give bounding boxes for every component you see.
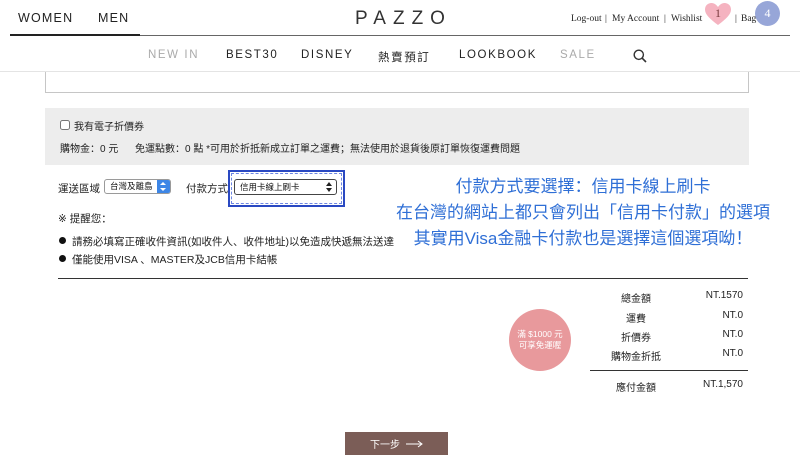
summary-value-coupon: NT.0 (722, 329, 743, 340)
shipping-region-label: 運送區域 (58, 183, 100, 195)
promo-line: 可享免運喔 (518, 340, 562, 350)
annotation-line: 在台灣的網站上都只會列出「信用卡付款」的選項 (396, 203, 770, 222)
nav-sale[interactable]: SALE (560, 49, 596, 61)
coupon-checkbox-label[interactable]: 我有電子折價券 (74, 118, 144, 133)
link-separator: | (735, 14, 737, 24)
shopping-credit-balance: 購物金：0 元 (60, 144, 119, 155)
free-shipping-promo-badge: 滿 $1000 元 可享免運喔 (509, 309, 571, 371)
annotation-line: 付款方式要選擇：信用卡線上刷卡 (455, 177, 711, 196)
summary-label-coupon: 折價券 (621, 333, 651, 344)
annotation-line: 其實用Visa金融卡付款也是選擇這個選項呦！ (413, 229, 753, 248)
shipping-region-value: 台灣及離島 (110, 181, 153, 191)
my-account-link[interactable]: My Account (612, 14, 659, 24)
notice-item: 請務必填寫正確收件資訊(如收件人、收件地址)以免造成快遞無法送達 (72, 236, 394, 248)
summary-value-total: NT.1,570 (702, 379, 743, 390)
nav-hot-preorder[interactable]: 熱賣預訂 (378, 49, 430, 65)
summary-label-shipping: 運費 (626, 314, 646, 325)
summary-divider (590, 370, 748, 371)
next-step-button[interactable]: 下一步 (345, 432, 448, 455)
wishlist-count: 1 (715, 6, 721, 20)
nav-best30[interactable]: BEST30 (226, 49, 278, 61)
search-icon[interactable] (633, 49, 647, 63)
free-shipping-points: 免運點數：0 點 *可用於折抵新成立訂單之運費；無法使用於退貨後原訂單恢復運費問… (135, 144, 521, 155)
summary-value-shipping: NT.0 (722, 310, 743, 321)
wishlist-link[interactable]: Wishlist (671, 14, 702, 24)
bag-link[interactable]: Bag (741, 14, 756, 24)
promo-line: 滿 $1000 元 (517, 329, 563, 339)
wishlist-badge[interactable]: 1 (704, 2, 732, 26)
previous-section-box (45, 72, 749, 93)
summary-label-total: 應付金額 (616, 383, 656, 394)
section-divider (58, 278, 748, 279)
notice-item: 僅能使用VISA 、MASTER及JCB信用卡結帳 (72, 254, 278, 266)
select-arrows-icon (326, 182, 333, 192)
active-tab-underline (10, 34, 140, 36)
payment-method-label: 付款方式 (186, 183, 228, 195)
summary-value-subtotal: NT.1570 (705, 290, 743, 301)
coupon-panel (45, 108, 749, 165)
nav-lookbook[interactable]: LOOKBOOK (459, 49, 537, 61)
payment-method-select[interactable]: 信用卡線上刷卡 (234, 179, 337, 195)
link-separator: | (605, 14, 607, 24)
link-separator: | (664, 14, 666, 24)
annotation-note: 付款方式要選擇：信用卡線上刷卡 在台灣的網站上都只會列出「信用卡付款」的選項 其… (368, 174, 798, 252)
payment-method-value: 信用卡線上刷卡 (240, 182, 300, 192)
select-arrows-icon (157, 180, 170, 193)
nav-disney[interactable]: DISNEY (301, 49, 353, 61)
bullet-icon (59, 237, 66, 244)
summary-label-subtotal: 總金額 (621, 294, 651, 305)
logout-link[interactable]: Log-out (571, 14, 602, 24)
next-step-label: 下一步 (370, 440, 400, 451)
arrow-right-icon (406, 440, 423, 447)
summary-value-credit: NT.0 (722, 348, 743, 359)
shipping-region-select[interactable]: 台灣及離島 (104, 179, 171, 194)
bullet-icon (59, 255, 66, 262)
notice-title: ※ 提醒您： (58, 213, 112, 225)
coupon-checkbox[interactable] (60, 120, 70, 130)
nav-new-in[interactable]: NEW IN (148, 49, 199, 61)
bag-count-badge[interactable]: 4 (755, 1, 780, 26)
summary-label-credit: 購物金折抵 (611, 352, 661, 363)
